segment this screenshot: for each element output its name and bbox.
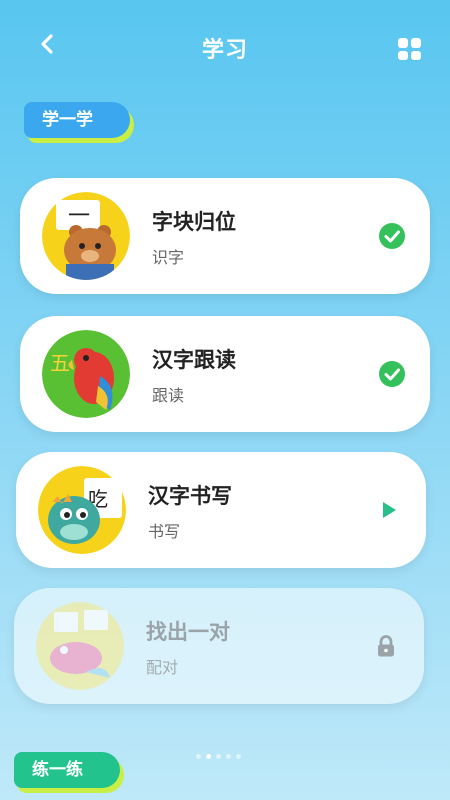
lesson-subtitle: 跟读 [152,386,185,405]
lesson-subtitle: 书写 [148,522,181,541]
lesson-card-2[interactable]: 五 汉字跟读 跟读 [20,316,430,432]
grid-icon[interactable] [398,38,421,60]
section-tag-learn: 学一学 [24,102,130,138]
page-dot [216,754,221,759]
lesson-card-3[interactable]: 吃 汉字书写 书写 [16,452,426,568]
lesson-title: 找出一对 [146,620,230,644]
check-circle-icon [379,361,405,387]
lesson-thumbnail-char: 一 [68,204,90,229]
lesson-thumbnail [36,602,124,690]
page-dot [236,754,241,759]
lesson-subtitle: 配对 [146,658,179,677]
lesson-title: 字块归位 [152,210,236,234]
page-title: 学习 [201,38,248,63]
lesson-thumbnail: 吃 [38,466,126,554]
page-dot [196,754,201,759]
lesson-title: 汉字跟读 [152,348,236,372]
play-icon[interactable] [374,496,402,524]
lesson-thumbnail: 五 [42,330,130,418]
page-dot-active [206,754,211,759]
lock-icon [378,635,394,657]
page-indicator [196,754,241,760]
page-dot [226,754,231,759]
lesson-thumbnail: 一 [42,192,130,280]
lesson-thumbnail-char: 五 [50,351,70,375]
lesson-subtitle: 识字 [152,248,185,267]
check-circle-icon [379,223,405,249]
section-tag-practice: 练一练 [14,752,120,788]
lesson-title: 汉字书写 [148,484,232,508]
lesson-card-1[interactable]: 一 字块归位 识字 [20,178,430,294]
lesson-card-4: 找出一对 配对 [14,588,424,704]
top-bar: 学习 [0,20,450,76]
